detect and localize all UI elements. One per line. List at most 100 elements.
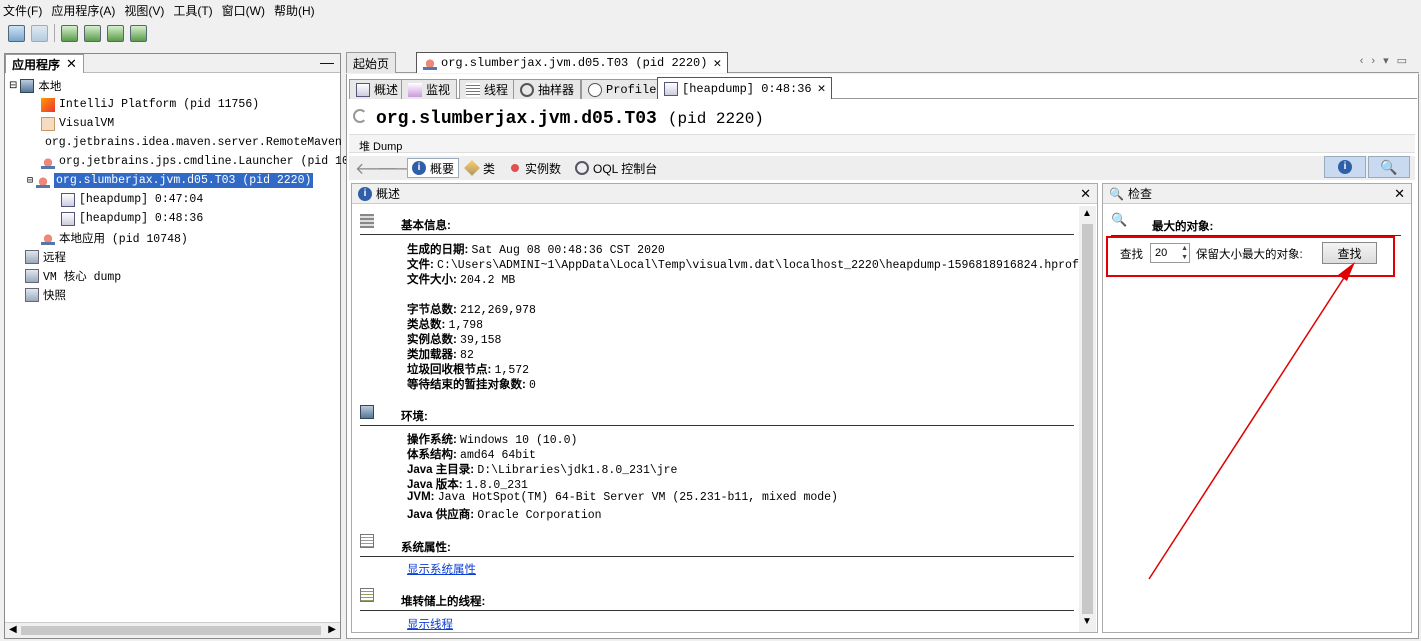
annotation-highlight-box	[1106, 236, 1395, 277]
tab-heapdump-label: [heapdump] 0:48:36	[682, 81, 812, 96]
info-key-file: 文件:	[407, 259, 434, 271]
editor-tabbar: 起始页 org.slumberjax.jvm.d05.T03 (pid 2220…	[346, 52, 1419, 73]
thread-dump-icon[interactable]	[107, 24, 124, 42]
tab-nav-icons[interactable]: ‹›▾▭	[1360, 54, 1415, 67]
tab-monitor-label: 监视	[426, 83, 451, 97]
env-key-javaversion: Java 版本:	[407, 479, 463, 491]
tree-item-t03[interactable]: ⊟ org.slumberjax.jvm.d05.T03 (pid 2220)	[27, 171, 314, 190]
tree-item-local-app[interactable]: 本地应用 (pid 10748)	[41, 228, 188, 247]
heapdump-icon	[61, 211, 75, 226]
summary-button[interactable]: i 概要	[407, 158, 460, 178]
show-threads-link[interactable]: 显示线程	[407, 616, 453, 632]
info-value-file: C:\Users\ADMINI~1\AppData\Local\Temp\vis…	[437, 259, 1079, 272]
open-icon[interactable]	[8, 24, 25, 42]
coredump-icon	[25, 268, 39, 283]
threads-divider	[360, 610, 1074, 611]
tree-item-maven[interactable]: org.jetbrains.idea.maven.server.RemoteMa…	[41, 133, 341, 152]
save-icon[interactable]	[31, 24, 48, 42]
tree-item-heapdump-2[interactable]: [heapdump] 0:48:36	[61, 209, 203, 228]
scroll-left-icon[interactable]: ◀	[9, 624, 17, 635]
env-key-jvm: JVM:	[407, 491, 435, 503]
tree-item-launcher[interactable]: org.jetbrains.jps.cmdline.Launcher (pid …	[41, 152, 376, 171]
info-icon: i	[1338, 160, 1352, 174]
close-icon[interactable]: ✕	[66, 56, 77, 72]
tree-label-remote: 远程	[43, 251, 66, 264]
tab-t03-label: org.slumberjax.jvm.d05.T03 (pid 2220)	[441, 56, 708, 70]
system-properties-divider	[360, 556, 1074, 557]
vertical-scrollbar[interactable]: ▲ ▼	[1079, 206, 1096, 632]
scroll-right-icon[interactable]: ▶	[328, 624, 336, 635]
tree-label-local: 本地	[38, 80, 62, 93]
page-pid: (pid 2220)	[667, 110, 764, 128]
oql-button[interactable]: OQL 控制台	[575, 158, 657, 178]
add-jmx-icon[interactable]	[61, 24, 78, 42]
minimize-icon[interactable]: —	[320, 54, 334, 70]
snapshot-icon[interactable]	[130, 24, 147, 42]
close-tab-icon[interactable]: ✕	[818, 81, 826, 96]
java-icon	[41, 230, 55, 245]
tree-node-remote[interactable]: 远程	[25, 247, 66, 266]
menu-help[interactable]: 帮助(H)	[274, 2, 315, 19]
tree-label-launcher: org.jetbrains.jps.cmdline.Launcher (pid …	[59, 155, 377, 168]
close-tab-icon[interactable]: ✕	[713, 56, 721, 71]
show-system-properties-link[interactable]: 显示系统属性	[407, 561, 476, 577]
computer-icon	[20, 78, 35, 93]
scroll-up-icon[interactable]: ▲	[1082, 208, 1092, 219]
tree-item-intellij[interactable]: IntelliJ Platform (pid 11756)	[41, 95, 259, 114]
tab-sampler[interactable]: 抽样器	[513, 79, 582, 99]
classes-button[interactable]: 类	[464, 158, 495, 178]
java-icon	[41, 154, 55, 169]
tab-heapdump[interactable]: [heapdump] 0:48:36 ✕	[657, 77, 833, 99]
java-icon	[36, 173, 51, 188]
main-toolbar	[0, 20, 1421, 46]
info-key-date: 生成的日期:	[407, 244, 469, 256]
env-key-os: 操作系统:	[407, 434, 457, 446]
threads-section-icon	[360, 588, 374, 602]
menu-applications[interactable]: 应用程序(A)	[51, 2, 115, 19]
close-overview-icon[interactable]: ✕	[1080, 186, 1091, 202]
menu-bar: 文件(F) 应用程序(A) 视图(V) 工具(T) 窗口(W) 帮助(H)	[0, 0, 1421, 20]
java-icon	[423, 56, 437, 70]
tree-node-local[interactable]: ⊟ 本地	[9, 76, 61, 95]
info-key-filesize: 文件大小:	[407, 274, 457, 286]
tab-overview[interactable]: 概述	[349, 79, 406, 99]
tree-item-heapdump-1[interactable]: [heapdump] 0:47:04	[61, 190, 203, 209]
tab-t03[interactable]: org.slumberjax.jvm.d05.T03 (pid 2220) ✕	[416, 52, 729, 73]
menu-file[interactable]: 文件(F)	[3, 2, 42, 19]
applications-title: 应用程序	[12, 57, 61, 72]
info-toggle-button[interactable]: i	[1324, 156, 1366, 178]
tab-start-page[interactable]: 起始页	[346, 52, 397, 73]
scrollbar-thumb[interactable]	[1082, 224, 1093, 614]
heap-dump-icon[interactable]	[84, 24, 101, 42]
menu-tools[interactable]: 工具(T)	[173, 2, 212, 19]
menu-window[interactable]: 窗口(W)	[222, 2, 265, 19]
loading-icon	[353, 109, 367, 123]
tab-threads[interactable]: 线程	[459, 79, 516, 99]
scroll-down-icon[interactable]: ▼	[1082, 616, 1092, 627]
overview-pane: i 概述 ✕ 基本信息: 生成的日期: Sat Aug 08 00:48:36 …	[351, 183, 1098, 633]
tree-item-visualvm[interactable]: VisualVM	[41, 114, 114, 133]
tree-node-coredump[interactable]: VM 核心 dump	[25, 266, 121, 285]
search-toggle-button[interactable]: 🔍	[1368, 156, 1410, 178]
largest-objects-header: 最大的对象:	[1152, 221, 1214, 233]
close-inspect-icon[interactable]: ✕	[1394, 186, 1405, 202]
env-key-arch: 体系结构:	[407, 449, 457, 461]
profiler-icon	[588, 82, 602, 97]
intellij-icon	[41, 97, 55, 112]
instances-button[interactable]: 实例数	[511, 158, 561, 178]
tree-label-intellij: IntelliJ Platform (pid 11756)	[59, 98, 260, 111]
tab-monitor[interactable]: 监视	[401, 79, 458, 99]
scrollbar-thumb[interactable]	[21, 626, 321, 635]
tab-start-page-label: 起始页	[353, 56, 390, 71]
tree-label-t03: org.slumberjax.jvm.d05.T03 (pid 2220)	[54, 173, 314, 188]
horizontal-scrollbar[interactable]: ◀ ▶	[5, 622, 340, 638]
tree-node-snapshot[interactable]: 快照	[25, 285, 66, 304]
tree-label-coredump: VM 核心 dump	[43, 270, 122, 284]
env-value-vendor: Oracle Corporation	[477, 509, 602, 522]
tab-applications[interactable]: 应用程序 ✕	[5, 54, 84, 73]
sub-tabbar: 概述 监视 线程 抽样器 Profiler [heapdump] 0:48:36…	[349, 77, 1417, 99]
menu-view[interactable]: 视图(V)	[124, 2, 164, 19]
toolbar-separator	[54, 24, 55, 42]
tab-sampler-label: 抽样器	[538, 83, 575, 97]
snapshot-folder-icon	[25, 287, 39, 302]
